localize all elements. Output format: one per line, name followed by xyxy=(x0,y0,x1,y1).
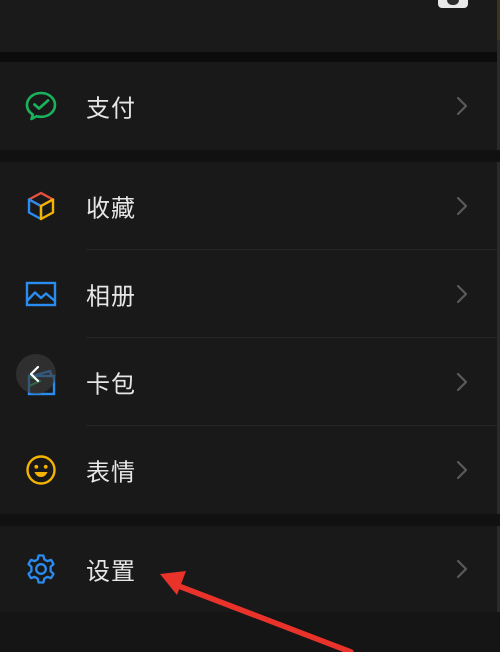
group-pay: 支付 xyxy=(0,62,497,150)
section-gap xyxy=(0,514,500,526)
chevron-right-icon xyxy=(456,559,468,579)
bottom-area xyxy=(0,612,500,652)
cube-icon xyxy=(24,189,58,223)
menu-label-pay: 支付 xyxy=(86,94,136,123)
section-separator xyxy=(0,52,500,62)
image-icon xyxy=(24,277,58,311)
wechat-pay-icon xyxy=(24,89,58,123)
menu-item-stickers[interactable]: 表情 xyxy=(0,426,497,514)
floating-back-button[interactable] xyxy=(16,354,56,394)
smiley-icon xyxy=(24,453,58,487)
menu-label-stickers: 表情 xyxy=(86,458,136,487)
back-icon xyxy=(29,365,40,383)
chevron-right-icon xyxy=(456,196,468,216)
menu-item-settings[interactable]: 设置 xyxy=(0,526,497,612)
menu-label-settings: 设置 xyxy=(86,557,136,586)
chevron-right-icon xyxy=(456,460,468,480)
chevron-right-icon xyxy=(456,284,468,304)
menu-item-favorites[interactable]: 收藏 xyxy=(0,162,497,250)
header-settings-icon[interactable] xyxy=(438,0,468,8)
gear-icon xyxy=(24,552,58,586)
menu-item-pay[interactable]: 支付 xyxy=(0,62,497,150)
chevron-right-icon xyxy=(456,96,468,116)
group-settings: 设置 xyxy=(0,526,497,612)
section-gap xyxy=(0,150,500,162)
top-header-area xyxy=(0,0,500,52)
menu-item-album[interactable]: 相册 xyxy=(0,250,497,338)
menu-label-album: 相册 xyxy=(86,282,136,311)
menu-item-cards[interactable]: 卡包 xyxy=(0,338,497,426)
group-tools: 收藏 相册 卡包 表情 xyxy=(0,162,497,514)
menu-label-favorites: 收藏 xyxy=(86,194,136,223)
chevron-right-icon xyxy=(456,372,468,392)
menu-label-cards: 卡包 xyxy=(86,370,136,399)
